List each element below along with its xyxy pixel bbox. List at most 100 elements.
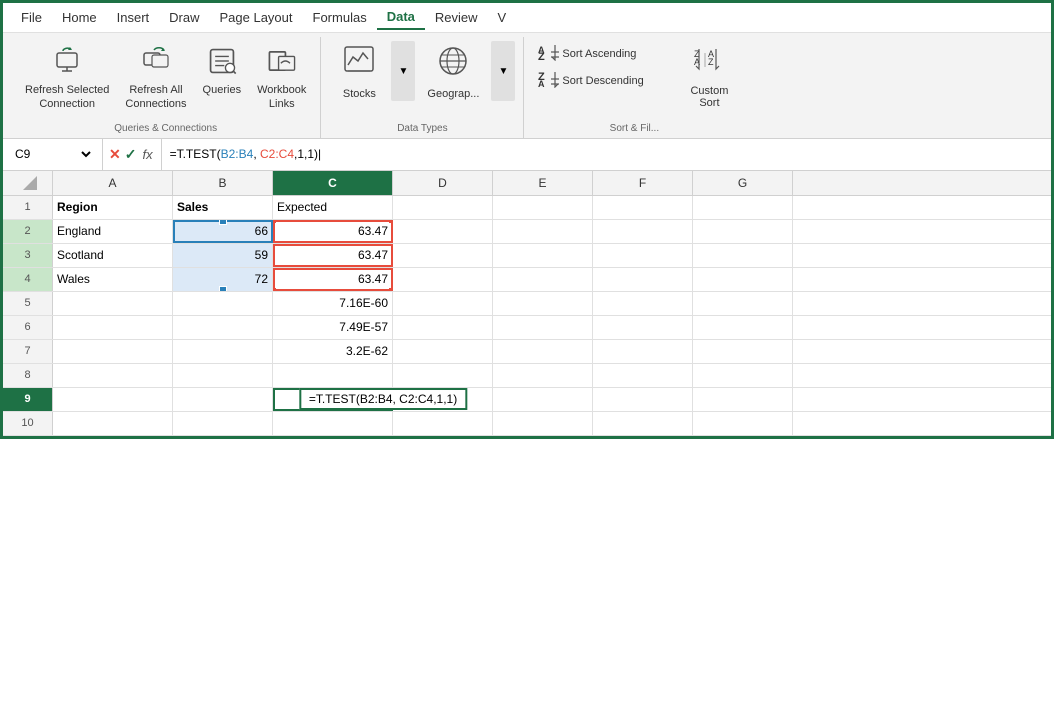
cell-b1[interactable]: Sales [173,196,273,219]
cell-a1[interactable]: Region [53,196,173,219]
cell-c3[interactable]: 63.47 [273,244,393,267]
cell-g1[interactable] [693,196,793,219]
cell-e1[interactable] [493,196,593,219]
cell-c10[interactable] [273,412,393,435]
row-num-7[interactable]: 7 [3,340,53,363]
menu-formulas[interactable]: Formulas [303,6,377,29]
cell-d10[interactable] [393,412,493,435]
cell-e3[interactable] [493,244,593,267]
cell-d3[interactable] [393,244,493,267]
cell-e7[interactable] [493,340,593,363]
refresh-selected-btn[interactable]: Refresh SelectedConnection [19,41,115,116]
cell-e10[interactable] [493,412,593,435]
cell-g5[interactable] [693,292,793,315]
row-num-10[interactable]: 10 [3,412,53,435]
row-num-6[interactable]: 6 [3,316,53,339]
cell-g2[interactable] [693,220,793,243]
cell-c4[interactable]: 63.47 [273,268,393,291]
menu-page-layout[interactable]: Page Layout [210,6,303,29]
cell-b8[interactable] [173,364,273,387]
col-header-f[interactable]: F [593,171,693,195]
formula-fx-btn[interactable]: fx [140,147,154,162]
cell-a10[interactable] [53,412,173,435]
menu-draw[interactable]: Draw [159,6,209,29]
menu-insert[interactable]: Insert [107,6,160,29]
stocks-dropdown[interactable]: ▼ [391,41,415,101]
cell-d1[interactable] [393,196,493,219]
cell-d9[interactable] [393,388,493,411]
cell-c5[interactable]: 7.16E-60 [273,292,393,315]
cell-f8[interactable] [593,364,693,387]
cell-e5[interactable] [493,292,593,315]
cell-e8[interactable] [493,364,593,387]
stocks-btn[interactable]: Stocks [329,41,389,101]
sort-ascending-btn[interactable]: A Z Sort Ascending [532,41,678,66]
cell-g6[interactable] [693,316,793,339]
cell-c9[interactable]: =T.TEST(B2:B4, C2:C4,1,1) [273,388,393,411]
col-header-e[interactable]: E [493,171,593,195]
row-num-4[interactable]: 4 [3,268,53,291]
cell-c6[interactable]: 7.49E-57 [273,316,393,339]
cell-a2[interactable]: England [53,220,173,243]
menu-review[interactable]: Review [425,6,488,29]
cell-d5[interactable] [393,292,493,315]
menu-data[interactable]: Data [377,5,425,30]
geography-btn[interactable]: Geograp... [417,41,489,101]
cell-e9[interactable] [493,388,593,411]
formula-confirm-btn[interactable]: ✓ [125,146,137,163]
cell-a5[interactable] [53,292,173,315]
row-num-9[interactable]: 9 [3,388,53,411]
refresh-all-btn[interactable]: Refresh AllConnections [119,41,192,116]
cell-e4[interactable] [493,268,593,291]
cell-g4[interactable] [693,268,793,291]
col-header-b[interactable]: B [173,171,273,195]
cell-d7[interactable] [393,340,493,363]
cell-a8[interactable] [53,364,173,387]
custom-sort-btn[interactable]: Z A A Z CustomSort [682,41,736,116]
cell-c2[interactable]: 63.47 [273,220,393,243]
row-num-1[interactable]: 1 [3,196,53,219]
cell-f6[interactable] [593,316,693,339]
row-num-3[interactable]: 3 [3,244,53,267]
formula-cancel-btn[interactable]: ✕ [109,146,121,163]
menu-more[interactable]: V [488,6,517,29]
cell-d4[interactable] [393,268,493,291]
queries-btn[interactable]: Queries [197,41,248,101]
cell-f2[interactable] [593,220,693,243]
cell-f7[interactable] [593,340,693,363]
cell-a6[interactable] [53,316,173,339]
cell-b10[interactable] [173,412,273,435]
cell-g10[interactable] [693,412,793,435]
col-header-d[interactable]: D [393,171,493,195]
cell-b9[interactable] [173,388,273,411]
cell-f5[interactable] [593,292,693,315]
cell-g3[interactable] [693,244,793,267]
cell-c8[interactable] [273,364,393,387]
row-num-2[interactable]: 2 [3,220,53,243]
menu-home[interactable]: Home [52,6,107,29]
cell-f3[interactable] [593,244,693,267]
cell-a7[interactable] [53,340,173,363]
sort-descending-btn[interactable]: Z A Sort Descending [532,68,678,93]
cell-f4[interactable] [593,268,693,291]
cell-a3[interactable]: Scotland [53,244,173,267]
menu-file[interactable]: File [11,6,52,29]
cell-f9[interactable] [593,388,693,411]
cell-g9[interactable] [693,388,793,411]
cell-c7[interactable]: 3.2E-62 [273,340,393,363]
col-header-g[interactable]: G [693,171,793,195]
cell-b6[interactable] [173,316,273,339]
cell-a9[interactable] [53,388,173,411]
cell-d2[interactable] [393,220,493,243]
cell-f1[interactable] [593,196,693,219]
cell-b7[interactable] [173,340,273,363]
cell-e6[interactable] [493,316,593,339]
cell-b3[interactable]: 59 [173,244,273,267]
cell-b2[interactable]: 66 [173,220,273,243]
cell-d8[interactable] [393,364,493,387]
cell-f10[interactable] [593,412,693,435]
formula-input[interactable]: =T.TEST(B2:B4, C2:C4,1,1)| [162,147,1051,161]
row-num-5[interactable]: 5 [3,292,53,315]
cell-b4[interactable]: 72 [173,268,273,291]
cell-b5[interactable] [173,292,273,315]
